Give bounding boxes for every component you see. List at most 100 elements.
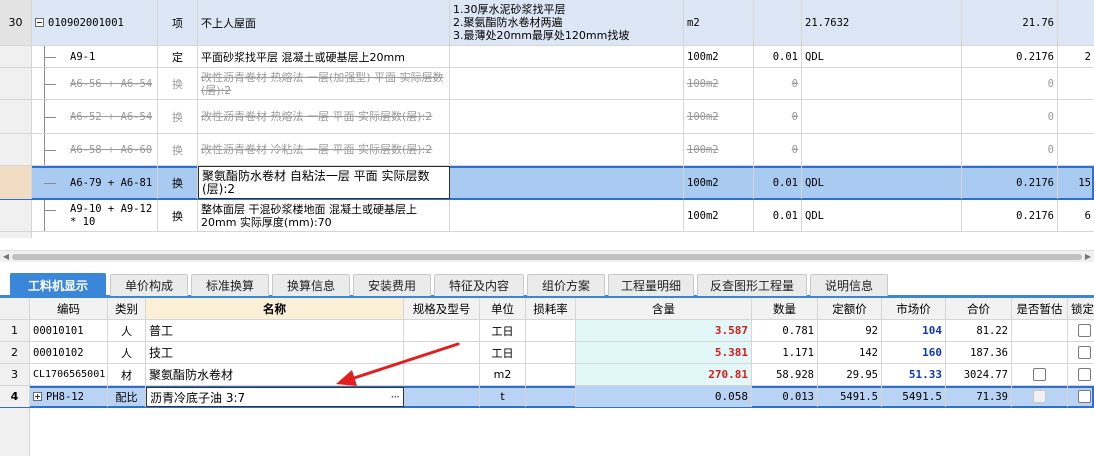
col-header-content[interactable]: 含量 xyxy=(576,298,752,319)
item-type: 换 xyxy=(158,68,198,99)
resource-code-cell[interactable]: PH8-12 xyxy=(30,386,108,407)
col-header-estimated[interactable]: 是否暂估 xyxy=(1012,298,1068,319)
resource-market-price[interactable]: 160 xyxy=(882,342,946,363)
scroll-right-icon[interactable]: ▶ xyxy=(1083,252,1093,262)
resource-loss-rate[interactable] xyxy=(526,342,576,363)
estimated-checkbox[interactable] xyxy=(1033,368,1046,381)
item-name[interactable]: 改性沥青卷材 热熔法 一层(加强型) 平面 实际层数(层):2 xyxy=(198,68,450,99)
tab-conversion-info[interactable]: 换算信息 xyxy=(272,274,350,296)
col-header-category[interactable]: 类别 xyxy=(108,298,146,319)
item-expression[interactable] xyxy=(802,68,962,99)
expand-icon[interactable] xyxy=(33,392,42,401)
horizontal-scrollbar[interactable]: ◀ ▶ xyxy=(0,250,1094,262)
resource-market-price[interactable]: 51.33 xyxy=(882,364,946,385)
table-row[interactable]: A9-10 + A9-12 * 10 换 整体面层 干混砂浆楼地面 混凝土或硬基… xyxy=(0,200,1094,232)
resource-loss-rate[interactable] xyxy=(526,364,576,385)
resource-estimated-cell xyxy=(1012,364,1068,385)
resource-code[interactable]: 00010102 xyxy=(30,342,108,363)
item-name[interactable]: 改性沥青卷材 热熔法 一层 平面 实际层数(层):2 xyxy=(198,100,450,133)
col-header-unit[interactable]: 单位 xyxy=(480,298,526,319)
table-row[interactable]: 2 00010102 人 技工 工日 5.381 1.171 142 160 1… xyxy=(0,342,1094,364)
resource-content[interactable]: 270.81 xyxy=(576,364,752,385)
table-row[interactable]: A6-56 + A6-54 换 改性沥青卷材 热熔法 一层(加强型) 平面 实际… xyxy=(0,68,1094,100)
scroll-left-icon[interactable]: ◀ xyxy=(1,252,11,262)
item-name[interactable]: 改性沥青卷材 冷粘法 一层 平面 实际层数(层):2 xyxy=(198,134,450,165)
resource-name[interactable]: 聚氨酯防水卷材 xyxy=(146,364,404,385)
resource-loss-rate[interactable] xyxy=(526,320,576,341)
lock-checkbox[interactable] xyxy=(1078,390,1091,403)
tab-unit-price-composition[interactable]: 单价构成 xyxy=(110,274,188,296)
item-name[interactable]: 聚氨酯防水卷材 自粘法一层 平面 实际层数(层):2 xyxy=(198,166,450,199)
row-index xyxy=(0,100,32,133)
resource-spec[interactable] xyxy=(404,342,480,363)
item-name[interactable]: 整体面层 干混砂浆楼地面 混凝土或硬基层上20mm 实际厚度(mm):70 xyxy=(198,200,450,231)
col-header-market-price[interactable]: 市场价 xyxy=(882,298,946,319)
resource-code[interactable]: 00010101 xyxy=(30,320,108,341)
resource-spec[interactable] xyxy=(404,364,480,385)
table-row-selected[interactable]: 4 PH8-12 配比 沥青冷底子油 3:7 ··· t 0.058 0.013… xyxy=(0,386,1094,408)
tab-features-content[interactable]: 特征及内容 xyxy=(434,274,524,296)
resource-loss-rate[interactable] xyxy=(526,386,576,407)
item-expression[interactable]: QDL xyxy=(802,166,962,199)
col-header-total[interactable]: 合价 xyxy=(946,298,1012,319)
lock-checkbox[interactable] xyxy=(1078,368,1091,381)
item-code[interactable]: A9-10 + A9-12 * 10 xyxy=(32,200,158,231)
item-expression[interactable] xyxy=(802,100,962,133)
tab-standard-conversion[interactable]: 标准换算 xyxy=(191,274,269,296)
table-row[interactable]: 1 00010101 人 普工 工日 3.587 0.781 92 104 81… xyxy=(0,320,1094,342)
resource-content[interactable]: 0.058 xyxy=(576,386,752,407)
col-header-index xyxy=(0,298,30,319)
tab-installation-fee[interactable]: 安装费用 xyxy=(353,274,431,296)
item-unit: m2 xyxy=(684,0,754,45)
row-index xyxy=(0,200,32,231)
item-code-cell[interactable]: 010902001001 xyxy=(32,0,158,45)
lock-checkbox[interactable] xyxy=(1078,324,1091,337)
resource-market-price[interactable]: 5491.5 xyxy=(882,386,946,407)
table-row[interactable]: A9-1 定 平面砂浆找平层 混凝土或硬基层上20mm 100m2 0.01 Q… xyxy=(0,46,1094,68)
col-header-spec[interactable]: 规格及型号 xyxy=(404,298,480,319)
tab-quantity-detail[interactable]: 工程量明细 xyxy=(608,274,694,296)
resource-content[interactable]: 5.381 xyxy=(576,342,752,363)
item-name[interactable]: 平面砂浆找平层 混凝土或硬基层上20mm xyxy=(198,46,450,67)
tab-pricing-scheme[interactable]: 组价方案 xyxy=(527,274,605,296)
resource-spec[interactable] xyxy=(404,386,480,407)
estimated-checkbox[interactable] xyxy=(1033,390,1046,403)
item-expression[interactable]: QDL xyxy=(802,200,962,231)
item-expression[interactable]: QDL xyxy=(802,46,962,67)
resource-spec[interactable] xyxy=(404,320,480,341)
item-name[interactable]: 不上人屋面 xyxy=(198,0,450,45)
item-expression[interactable] xyxy=(802,134,962,165)
col-header-loss-rate[interactable]: 损耗率 xyxy=(526,298,576,319)
col-header-name[interactable]: 名称 xyxy=(146,298,404,319)
lock-checkbox[interactable] xyxy=(1078,346,1091,359)
item-extra: 15 xyxy=(1078,176,1091,189)
resource-estimated-cell xyxy=(1012,386,1068,407)
tab-description-info[interactable]: 说明信息 xyxy=(810,274,888,296)
resource-market-price[interactable]: 104 xyxy=(882,320,946,341)
resource-code[interactable]: CL1706565001 xyxy=(30,364,108,385)
row-index: 4 xyxy=(0,386,30,407)
tab-labor-material-machine[interactable]: 工料机显示 xyxy=(10,273,106,297)
row-index xyxy=(0,68,32,99)
resource-name[interactable]: 普工 xyxy=(146,320,404,341)
scrollbar-thumb[interactable] xyxy=(12,254,1082,260)
table-row[interactable]: 3 CL1706565001 材 聚氨酯防水卷材 m2 270.81 58.92… xyxy=(0,364,1094,386)
resource-name[interactable]: 技工 xyxy=(146,342,404,363)
item-extra xyxy=(1058,134,1094,165)
col-header-code[interactable]: 编码 xyxy=(30,298,108,319)
col-header-quota-price[interactable]: 定额价 xyxy=(818,298,882,319)
collapse-icon[interactable] xyxy=(35,18,44,27)
item-expression[interactable]: 21.7632 xyxy=(802,0,962,45)
col-header-locked[interactable]: 锁定 xyxy=(1068,298,1094,319)
table-row[interactable]: 30 010902001001 项 不上人屋面 1.30厚水泥砂浆找平层 2.聚… xyxy=(0,0,1094,46)
ellipsis-button[interactable]: ··· xyxy=(391,390,401,404)
resource-content[interactable]: 3.587 xyxy=(576,320,752,341)
col-header-quantity[interactable]: 数量 xyxy=(752,298,818,319)
table-row-selected[interactable]: A6-79 + A6-81 换 聚氨酯防水卷材 自粘法一层 平面 实际层数(层)… xyxy=(0,166,1094,200)
resource-name-editor[interactable]: 沥青冷底子油 3:7 ··· xyxy=(146,387,404,407)
item-features[interactable]: 1.30厚水泥砂浆找平层 2.聚氨酯防水卷材两遍 3.最薄处20mm最厚处120… xyxy=(450,0,684,45)
tab-reverse-graphic-quantity[interactable]: 反查图形工程量 xyxy=(697,274,807,296)
table-row[interactable]: A6-52 + A6-54 换 改性沥青卷材 热熔法 一层 平面 实际层数(层)… xyxy=(0,100,1094,134)
table-row[interactable]: A6-58 + A6-60 换 改性沥青卷材 冷粘法 一层 平面 实际层数(层)… xyxy=(0,134,1094,166)
resource-locked-cell xyxy=(1068,320,1094,341)
